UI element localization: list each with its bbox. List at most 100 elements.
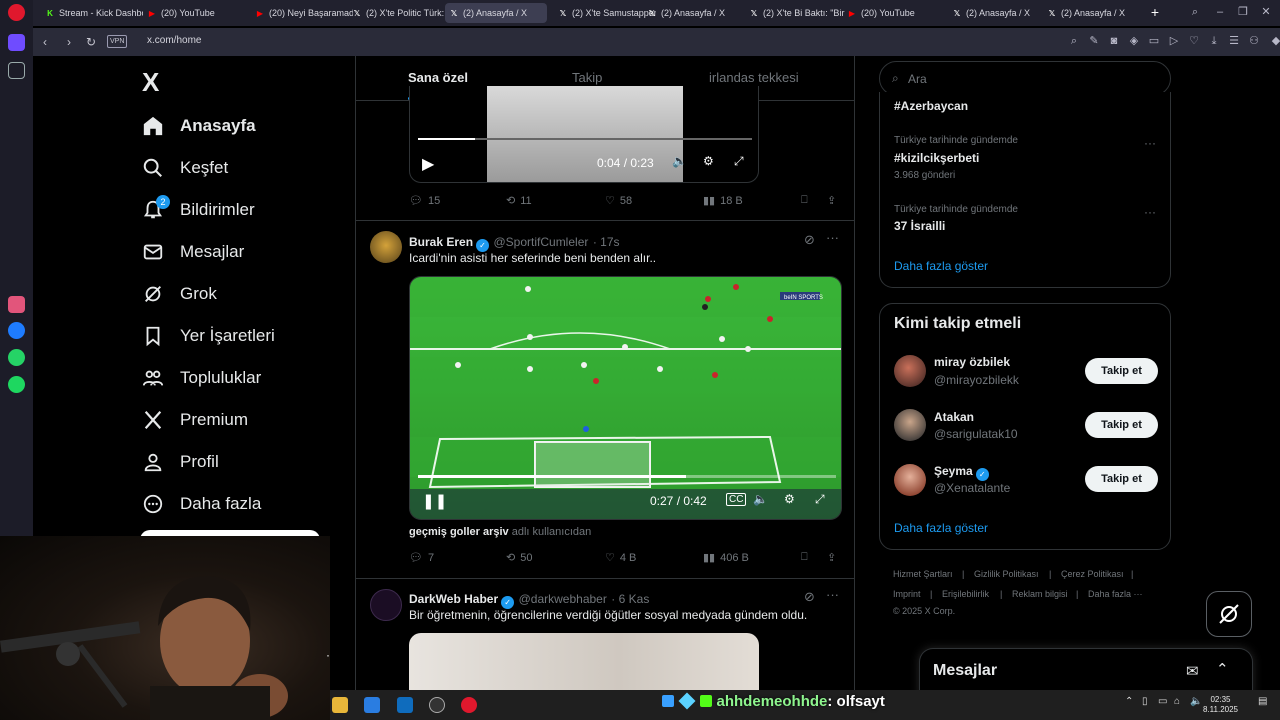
camera-icon[interactable]: ◙ (1107, 34, 1121, 48)
maximize-button[interactable]: ❐ (1236, 5, 1250, 19)
close-window-button[interactable]: ✕ (1259, 5, 1273, 19)
avatar[interactable] (894, 464, 926, 496)
author-handle[interactable]: @darkwebhaber (519, 592, 607, 606)
repost-button[interactable]: ⟲ 50 (506, 551, 532, 565)
opera-icon[interactable] (461, 697, 477, 713)
reply-button[interactable]: 💬︎ 7 (409, 551, 434, 565)
url-field[interactable]: x.com/home (147, 35, 201, 46)
follow-button[interactable]: Takip et (1085, 358, 1158, 384)
whatsapp-icon[interactable] (8, 349, 25, 366)
menu-icon[interactable]: ☰ (1227, 34, 1241, 48)
settings-icon[interactable]: ⚙ (703, 154, 714, 168)
obs-icon[interactable] (429, 697, 445, 713)
share-button[interactable]: ⇪ (827, 551, 836, 564)
post-time[interactable]: · 17s (593, 235, 620, 249)
nav-grok[interactable]: Grok (142, 276, 217, 312)
download-icon[interactable]: ⤓ (1207, 34, 1221, 48)
who-show-more[interactable]: Daha fazla göster (894, 521, 988, 535)
fullscreen-icon[interactable]: ⤢ (734, 154, 744, 169)
footer-link[interactable]: Imprint (893, 589, 921, 599)
browser-tab[interactable]: K Stream - Kick Dashboard (41, 3, 143, 23)
footer-link[interactable]: Daha fazla ··· (1088, 589, 1143, 599)
follow-handle[interactable]: @mirayozbilekk (934, 373, 1019, 387)
browser-tab[interactable]: 𝕏 (2) X'te Politic Türk: "İ (348, 3, 450, 23)
tab-list[interactable]: irlandas tekkesi (709, 70, 799, 85)
pause-button[interactable]: ❚❚ (422, 492, 447, 510)
trend-title[interactable]: 37 İsrailli (894, 219, 945, 233)
browser-tab[interactable]: 𝕏 (2) Anasayfa / X (643, 3, 745, 23)
fullscreen-icon[interactable]: ⤢ (815, 492, 825, 507)
opera-ai-icon[interactable]: ◆ (1269, 34, 1280, 48)
grok-float-button[interactable] (1206, 591, 1252, 637)
follow-button[interactable]: Takip et (1085, 412, 1158, 438)
store-icon[interactable] (364, 697, 380, 713)
play-button[interactable]: ▶ (422, 154, 434, 174)
vpn-badge[interactable]: VPN (107, 35, 128, 48)
follow-handle[interactable]: @sarigulatak10 (934, 427, 1018, 441)
nav-notifications[interactable]: 2 Bildirimler (142, 192, 255, 228)
volume-icon[interactable]: 🔈 (753, 492, 768, 506)
captions-icon[interactable]: CC (726, 493, 747, 506)
author-name[interactable]: Burak Eren (409, 235, 473, 249)
edit-icon[interactable]: ✎ (1087, 34, 1101, 48)
bookmark-button[interactable]: ⎕ (801, 551, 808, 564)
progress-track[interactable] (418, 138, 752, 140)
messenger-icon[interactable] (8, 322, 25, 339)
browser-tab[interactable]: 𝕏 (2) Anasayfa / X (1043, 3, 1145, 23)
browser-tab[interactable]: 𝕏 (2) Anasayfa / X (445, 3, 547, 23)
notification-icon[interactable]: ▤ (1258, 696, 1267, 707)
settings-icon[interactable]: ⚙ (784, 492, 795, 506)
like-button[interactable]: ♡ 58 (605, 194, 632, 208)
more-icon[interactable]: ··· (826, 230, 839, 245)
nav-home[interactable]: Anasayfa (142, 108, 256, 144)
taskbar-clock[interactable]: 02:35 8.11.2025 (1203, 695, 1238, 715)
new-tab-button[interactable]: + (1148, 5, 1162, 19)
footer-link[interactable]: Erişilebilirlik (942, 589, 989, 599)
wallet-icon[interactable]: ▭ (1147, 34, 1161, 48)
post-time[interactable]: · 6 Kas (611, 592, 649, 606)
author-name[interactable]: DarkWeb Haber (409, 592, 498, 606)
forward-button[interactable]: › (61, 34, 77, 50)
avatar[interactable] (370, 589, 402, 621)
tray-network-icon[interactable]: ⌂ (1174, 696, 1180, 707)
views-button[interactable]: ▮▮ 18 B (703, 194, 743, 208)
tray-chevron-icon[interactable]: ⌃ (1125, 696, 1133, 707)
opera-logo-icon[interactable] (8, 4, 25, 21)
tray-battery-icon[interactable]: ▯ (1142, 696, 1148, 707)
profile-icon[interactable]: ⚇ (1247, 34, 1261, 48)
nav-communities[interactable]: Topluluklar (142, 360, 261, 396)
x-logo[interactable]: X (142, 67, 159, 98)
post1-video[interactable]: ▶ 0:04 / 0:23 🔈 ⚙ ⤢ (409, 86, 759, 183)
aria-icon[interactable] (8, 296, 25, 313)
tray-volume-icon[interactable]: 🔈 (1190, 696, 1202, 707)
grok-icon[interactable]: ⊘ (804, 589, 815, 605)
author-handle[interactable]: @SportifCumleler (493, 235, 588, 249)
tab-following[interactable]: Takip (572, 70, 602, 85)
nav-explore[interactable]: Keşfet (142, 150, 228, 186)
trend-title[interactable]: #Azerbaycan (894, 99, 968, 113)
trend-title[interactable]: #kizilcikşerbeti (894, 151, 979, 165)
nav-messages[interactable]: Mesajlar (142, 234, 244, 270)
avatar[interactable] (370, 231, 402, 263)
file-explorer-icon[interactable] (332, 697, 348, 713)
avatar[interactable] (894, 409, 926, 441)
spotify-icon[interactable] (8, 376, 25, 393)
post2-video[interactable]: beIN SPORTS ❚❚ 0:27 / 0:42 CC 🔈 ⚙ ⤢ (409, 276, 842, 520)
nav-bookmarks[interactable]: Yer İşaretleri (142, 318, 275, 354)
trends-show-more[interactable]: Daha fazla göster (894, 259, 988, 273)
repost-button[interactable]: ⟲ 11 (506, 194, 532, 208)
footer-link[interactable]: Gizlilik Politikası (974, 569, 1039, 579)
attribution-user[interactable]: geçmiş goller arşiv (409, 526, 509, 538)
reply-button[interactable]: 💬︎ 15 (409, 194, 440, 208)
shield-icon[interactable]: ◈ (1127, 34, 1141, 48)
footer-link[interactable]: Çerez Politikası (1061, 569, 1124, 579)
more-icon[interactable]: ··· (826, 587, 839, 602)
tab-for-you[interactable]: Sana özel (408, 70, 468, 85)
browser-tab[interactable]: ▶ (20) Neyi Başaramadın (251, 3, 353, 23)
star-icon[interactable] (8, 62, 25, 79)
back-button[interactable]: ‹ (37, 34, 53, 50)
nav-profile[interactable]: Profil (142, 444, 219, 480)
reload-button[interactable]: ↻ (83, 34, 99, 50)
new-message-icon[interactable]: ✉ (1186, 662, 1199, 680)
follow-name[interactable]: Şeyma ✓ (934, 464, 989, 481)
